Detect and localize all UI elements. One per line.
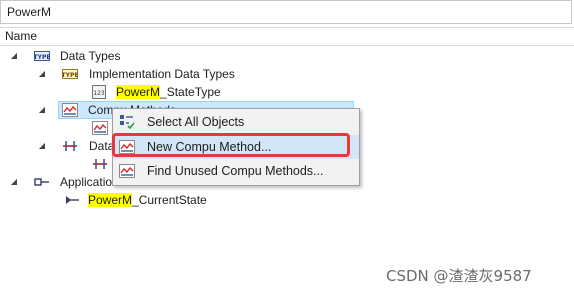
search-match-highlight: PowerM: [88, 193, 133, 207]
compu-method-icon: [92, 121, 108, 135]
data-constraint-icon: [93, 159, 107, 169]
menu-item-label: Select All Objects: [147, 115, 245, 129]
annotation-highlight-box: [112, 133, 350, 157]
tree-item-state-type[interactable]: 123 PowerM_StateType: [0, 83, 300, 101]
svg-text:TYPE: TYPE: [34, 54, 50, 61]
menu-item-select-all-objects[interactable]: Select All Objects: [113, 110, 359, 134]
tree-item-data-types[interactable]: ◢ TYPE Data Types: [0, 47, 300, 65]
tree-item-current-state[interactable]: PowerM_CurrentState: [0, 191, 300, 209]
tree-item-label: Data Types: [60, 49, 121, 63]
svg-text:123: 123: [93, 90, 105, 97]
data-constraint-icon: [63, 141, 77, 151]
watermark: CSDN @渣渣灰9587: [386, 267, 532, 285]
tree-item-label: Implementation Data Types: [89, 67, 235, 81]
search-input[interactable]: [1, 1, 567, 23]
impl-type-icon: TYPE: [62, 69, 78, 79]
select-all-icon: [120, 115, 135, 130]
column-header-name: Name: [5, 29, 38, 43]
tree-item-label: PowerM_StateType: [116, 83, 221, 101]
tree-item-data-constraints[interactable]: ◢ Data: [0, 137, 115, 155]
tree-item-label-suffix: _StateType: [160, 85, 221, 99]
svg-text:TYPE: TYPE: [62, 72, 78, 79]
search-box[interactable]: [0, 0, 572, 24]
port-interface-icon: [66, 196, 79, 204]
tree-item-label-suffix: _CurrentState: [132, 193, 207, 207]
port-interface-icon: [34, 178, 49, 186]
tree-item-implementation-data-types[interactable]: ◢ TYPE Implementation Data Types: [0, 65, 300, 83]
collapse-arrow-icon[interactable]: ◢: [8, 47, 20, 65]
type-folder-icon: TYPE: [34, 51, 50, 61]
menu-item-label: Find Unused Compu Methods...: [147, 164, 324, 178]
collapse-arrow-icon[interactable]: ◢: [8, 173, 20, 191]
collapse-arrow-icon[interactable]: ◢: [36, 101, 48, 119]
compu-method-search-icon: [119, 164, 135, 178]
column-header[interactable]: Name: [0, 27, 574, 46]
compu-method-icon: [62, 103, 78, 117]
menu-item-find-unused-compu-methods[interactable]: Find Unused Compu Methods...: [113, 159, 359, 183]
tree-item-label: PowerM_CurrentState: [88, 191, 207, 209]
search-match-highlight: PowerM: [116, 85, 161, 99]
collapse-arrow-icon[interactable]: ◢: [36, 137, 48, 155]
integer-type-icon: 123: [92, 85, 106, 99]
collapse-arrow-icon[interactable]: ◢: [36, 65, 48, 83]
tree-item-label: Data: [89, 139, 115, 153]
